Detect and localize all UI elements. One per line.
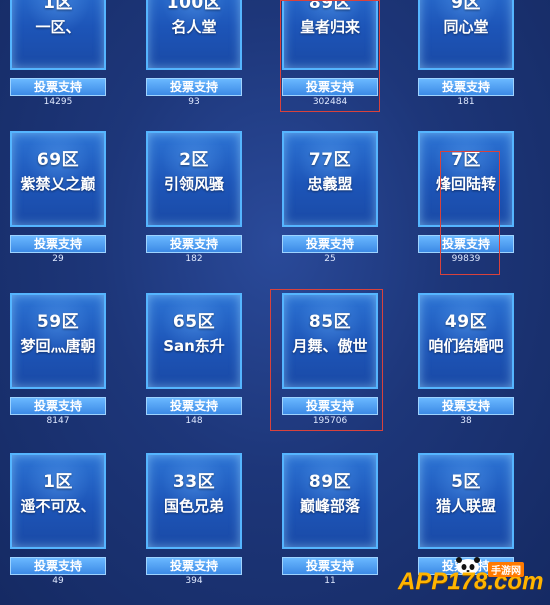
vote-count: 99839: [451, 254, 481, 264]
guild-name: San东升: [163, 337, 225, 355]
vote-count: 394: [185, 576, 203, 586]
zone-label: 9区: [451, 0, 481, 13]
vote-button[interactable]: 投票支持: [10, 78, 106, 96]
zone-label: 1区: [43, 0, 73, 13]
guild-vote-grid: 1区 一区、 投票支持 14295 100区 名人堂 投票支持 93 89区 皇…: [0, 0, 550, 605]
zone-label: 49区: [444, 312, 488, 332]
vote-button[interactable]: 投票支持: [146, 78, 242, 96]
guild-tile: 100区 名人堂: [146, 0, 242, 70]
zone-label: 100区: [166, 0, 222, 13]
guild-name: 月舞、傲世: [292, 337, 368, 355]
vote-count: 14295: [43, 97, 73, 107]
vote-button[interactable]: 投票支持: [418, 78, 514, 96]
guild-name: 紫禁乂之巅: [20, 175, 96, 193]
zone-label: 69区: [36, 150, 80, 170]
guild-tile: 65区 San东升: [146, 293, 242, 389]
guild-tile: 69区 紫禁乂之巅: [10, 131, 106, 227]
watermark-sub: 手游网: [488, 562, 524, 577]
guild-name: 引领风骚: [163, 175, 224, 193]
guild-tile: 1区 一区、: [10, 0, 106, 70]
vote-count: 302484: [312, 97, 348, 107]
vote-count: 182: [185, 254, 203, 264]
vote-count: 181: [457, 97, 475, 107]
guild-name: 梦回灬唐朝: [20, 337, 96, 355]
guild-tile: 2区 引领风骚: [146, 131, 242, 227]
vote-count: 195706: [312, 416, 348, 426]
vote-count: 93: [188, 97, 200, 107]
vote-button[interactable]: 投票支持: [282, 235, 378, 253]
guild-tile: 89区 巅峰部落: [282, 453, 378, 549]
zone-label: 5区: [451, 472, 481, 492]
zone-label: 1区: [43, 472, 73, 492]
app178-watermark: APP178.com 手游网: [398, 562, 543, 598]
vote-button[interactable]: 投票支持: [146, 235, 242, 253]
zone-label: 77区: [308, 150, 352, 170]
guild-tile: 59区 梦回灬唐朝: [10, 293, 106, 389]
guild-name: 名人堂: [171, 18, 217, 36]
guild-name: 猎人联盟: [435, 497, 496, 515]
guild-name: 忠義盟: [307, 175, 353, 193]
guild-tile: 49区 咱们结婚吧: [418, 293, 514, 389]
guild-tile: 5区 猎人联盟: [418, 453, 514, 549]
zone-label: 89区: [308, 472, 352, 492]
vote-count: 148: [185, 416, 203, 426]
guild-tile: 89区 皇者归来: [282, 0, 378, 70]
zone-label: 89区: [308, 0, 352, 13]
guild-name: 一区、: [35, 18, 81, 36]
guild-tile: 1区 遥不可及、: [10, 453, 106, 549]
vote-count: 11: [324, 576, 336, 586]
guild-name: 巅峰部落: [299, 497, 360, 515]
vote-button[interactable]: 投票支持: [10, 557, 106, 575]
vote-button[interactable]: 投票支持: [282, 397, 378, 415]
vote-count: 25: [324, 254, 336, 264]
vote-count: 38: [460, 416, 472, 426]
vote-count: 8147: [46, 416, 70, 426]
zone-label: 33区: [172, 472, 216, 492]
guild-tile: 85区 月舞、傲世: [282, 293, 378, 389]
zone-label: 59区: [36, 312, 80, 332]
guild-name: 国色兄弟: [163, 497, 224, 515]
vote-button[interactable]: 投票支持: [146, 557, 242, 575]
vote-button[interactable]: 投票支持: [10, 235, 106, 253]
vote-count: 49: [52, 576, 64, 586]
guild-tile: 7区 烽回陆转: [418, 131, 514, 227]
guild-tile: 33区 国色兄弟: [146, 453, 242, 549]
zone-label: 2区: [179, 150, 209, 170]
zone-label: 85区: [308, 312, 352, 332]
zone-label: 7区: [451, 150, 481, 170]
guild-name: 同心堂: [443, 18, 489, 36]
vote-count: 29: [52, 254, 64, 264]
vote-button[interactable]: 投票支持: [282, 78, 378, 96]
guild-name: 皇者归来: [299, 18, 360, 36]
vote-button[interactable]: 投票支持: [146, 397, 242, 415]
vote-button[interactable]: 投票支持: [418, 397, 514, 415]
vote-button[interactable]: 投票支持: [10, 397, 106, 415]
guild-name: 烽回陆转: [435, 175, 496, 193]
guild-name: 遥不可及、: [20, 497, 96, 515]
vote-button[interactable]: 投票支持: [418, 235, 514, 253]
guild-tile: 9区 同心堂: [418, 0, 514, 70]
vote-button[interactable]: 投票支持: [282, 557, 378, 575]
guild-name: 咱们结婚吧: [428, 337, 504, 355]
guild-tile: 77区 忠義盟: [282, 131, 378, 227]
zone-label: 65区: [172, 312, 216, 332]
